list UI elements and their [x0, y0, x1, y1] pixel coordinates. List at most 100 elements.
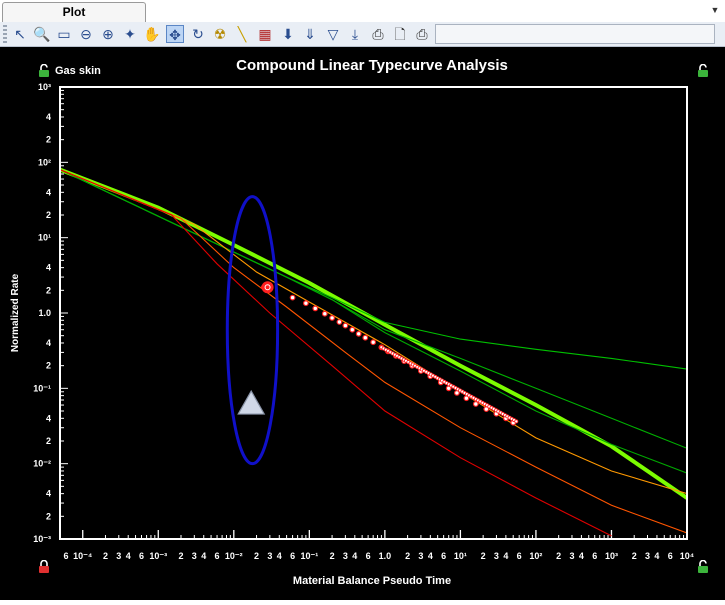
data-point [514, 419, 519, 424]
chevron-down-icon[interactable]: ▼ [709, 4, 721, 16]
unlock-icon[interactable] [38, 64, 50, 78]
toolbar-blank-area [435, 24, 715, 44]
y-tick-label: 10¹ [38, 233, 51, 243]
x-tick-label: 10⁴ [680, 551, 694, 561]
data-point [289, 294, 296, 301]
y-tick-label: 10⁻³ [33, 534, 51, 544]
ruler-icon[interactable]: ╲ [233, 25, 251, 43]
unlock-icon[interactable] [697, 64, 709, 78]
data-point [342, 322, 349, 329]
data-point [312, 305, 319, 312]
y-tick-label: 2 [46, 361, 51, 371]
zoom-out-icon[interactable]: ⊖ [77, 25, 95, 43]
x-tick-label: 10⁻⁴ [73, 551, 92, 561]
arrow-down-double-icon[interactable]: ⇓ [301, 25, 319, 43]
data-point [355, 330, 362, 337]
y-tick-label: 4 [46, 263, 51, 273]
y-tick-label: 10² [38, 157, 51, 167]
zoom-fit-icon[interactable]: ⊕ [99, 25, 117, 43]
y-tick-label: 4 [46, 489, 51, 499]
move-icon[interactable]: ✥ [166, 25, 184, 43]
x-tick-label: 10⁻¹ [300, 551, 318, 561]
x-tick-label: 6 [290, 551, 295, 561]
x-tick-label: 1.0 [379, 551, 392, 561]
zoom-in-icon[interactable]: 🔍 [33, 25, 51, 43]
tab-plot[interactable]: Plot [2, 2, 146, 22]
x-tick-label: 3 [494, 551, 499, 561]
x-tick-label: 6 [63, 551, 68, 561]
y-tick-label: 1.0 [38, 308, 51, 318]
y-tick-label: 2 [46, 135, 51, 145]
x-tick-label: 4 [503, 551, 508, 561]
data-point [303, 300, 309, 307]
x-tick-label: 4 [654, 551, 659, 561]
x-tick-label: 4 [352, 551, 357, 561]
x-tick-label: 4 [126, 551, 131, 561]
x-tick-label: 4 [428, 551, 433, 561]
zoom-box-icon[interactable]: ▭ [55, 25, 73, 43]
y-tick-label: 4 [46, 413, 51, 423]
rotate-icon[interactable]: ↻ [189, 25, 207, 43]
y-tick-label: 2 [46, 436, 51, 446]
export-icon[interactable]: ⤓ [346, 25, 364, 43]
x-tick-label: 6 [668, 551, 673, 561]
typecurve-chart[interactable]: Compound Linear Typecurve Analysis Gas s… [0, 47, 725, 600]
x-tick-label: 6 [139, 551, 144, 561]
x-tick-label: 10⁻² [225, 551, 243, 561]
x-tick-label: 6 [592, 551, 597, 561]
x-tick-label: 10⁻³ [149, 551, 167, 561]
x-tick-label: 6 [215, 551, 220, 561]
x-axis-label: Material Balance Pseudo Time [293, 575, 451, 587]
data-point [321, 310, 328, 317]
x-tick-label: 2 [405, 551, 410, 561]
x-tick-label: 3 [343, 551, 348, 561]
print-preview-icon[interactable]: 🗋 [391, 25, 409, 43]
x-tick-label: 2 [481, 551, 486, 561]
x-tick-label: 2 [179, 551, 184, 561]
x-tick-label: 4 [277, 551, 282, 561]
data-point [336, 319, 343, 325]
x-tick-label: 2 [330, 551, 335, 561]
x-tick-label: 6 [366, 551, 371, 561]
print-setup-icon[interactable]: ⎙ [413, 25, 431, 43]
plot-area[interactable]: Compound Linear Typecurve Analysis Gas s… [0, 47, 725, 600]
unlock-icon[interactable] [697, 560, 709, 574]
y-tick-label: 2 [46, 285, 51, 295]
x-tick-label: 3 [116, 551, 121, 561]
data-point [349, 326, 356, 333]
tab-bar: Plot ▼ [0, 0, 725, 23]
data-point [329, 315, 336, 321]
y-tick-label: 4 [46, 112, 51, 122]
x-tick-label: 10¹ [454, 551, 467, 561]
x-tick-label: 2 [254, 551, 259, 561]
arrow-down-icon[interactable]: ⬇ [279, 25, 297, 43]
wand-icon[interactable]: ✦ [121, 25, 139, 43]
y-axis-label: Normalized Rate [10, 273, 21, 352]
y-tick-label: 10³ [38, 82, 51, 92]
chart-background [0, 47, 725, 600]
pointer-icon[interactable]: ↖ [11, 25, 29, 43]
chart-title: Compound Linear Typecurve Analysis [236, 57, 508, 74]
x-tick-label: 3 [569, 551, 574, 561]
x-tick-label: 10³ [605, 551, 618, 561]
data-point [472, 401, 479, 407]
x-tick-label: 4 [201, 551, 206, 561]
x-tick-label: 3 [645, 551, 650, 561]
x-tick-label: 4 [579, 551, 584, 561]
y-tick-label: 10⁻² [33, 459, 51, 469]
radiation-icon[interactable]: ☢ [211, 25, 229, 43]
toolbar-grip[interactable] [3, 25, 7, 43]
y-tick-label: 10⁻¹ [33, 383, 51, 393]
x-tick-label: 2 [632, 551, 637, 561]
print-icon[interactable]: ⎙ [369, 25, 387, 43]
filter-icon[interactable]: ▽ [324, 25, 342, 43]
grid-icon[interactable]: ▦ [256, 25, 274, 43]
x-tick-label: 2 [556, 551, 561, 561]
selected-point [261, 281, 274, 294]
x-tick-label: 3 [267, 551, 272, 561]
pan-hand-icon[interactable]: ✋ [143, 25, 161, 43]
x-tick-label: 3 [192, 551, 197, 561]
x-tick-label: 3 [418, 551, 423, 561]
y-tick-label: 2 [46, 210, 51, 220]
lock-icon[interactable] [38, 560, 50, 574]
